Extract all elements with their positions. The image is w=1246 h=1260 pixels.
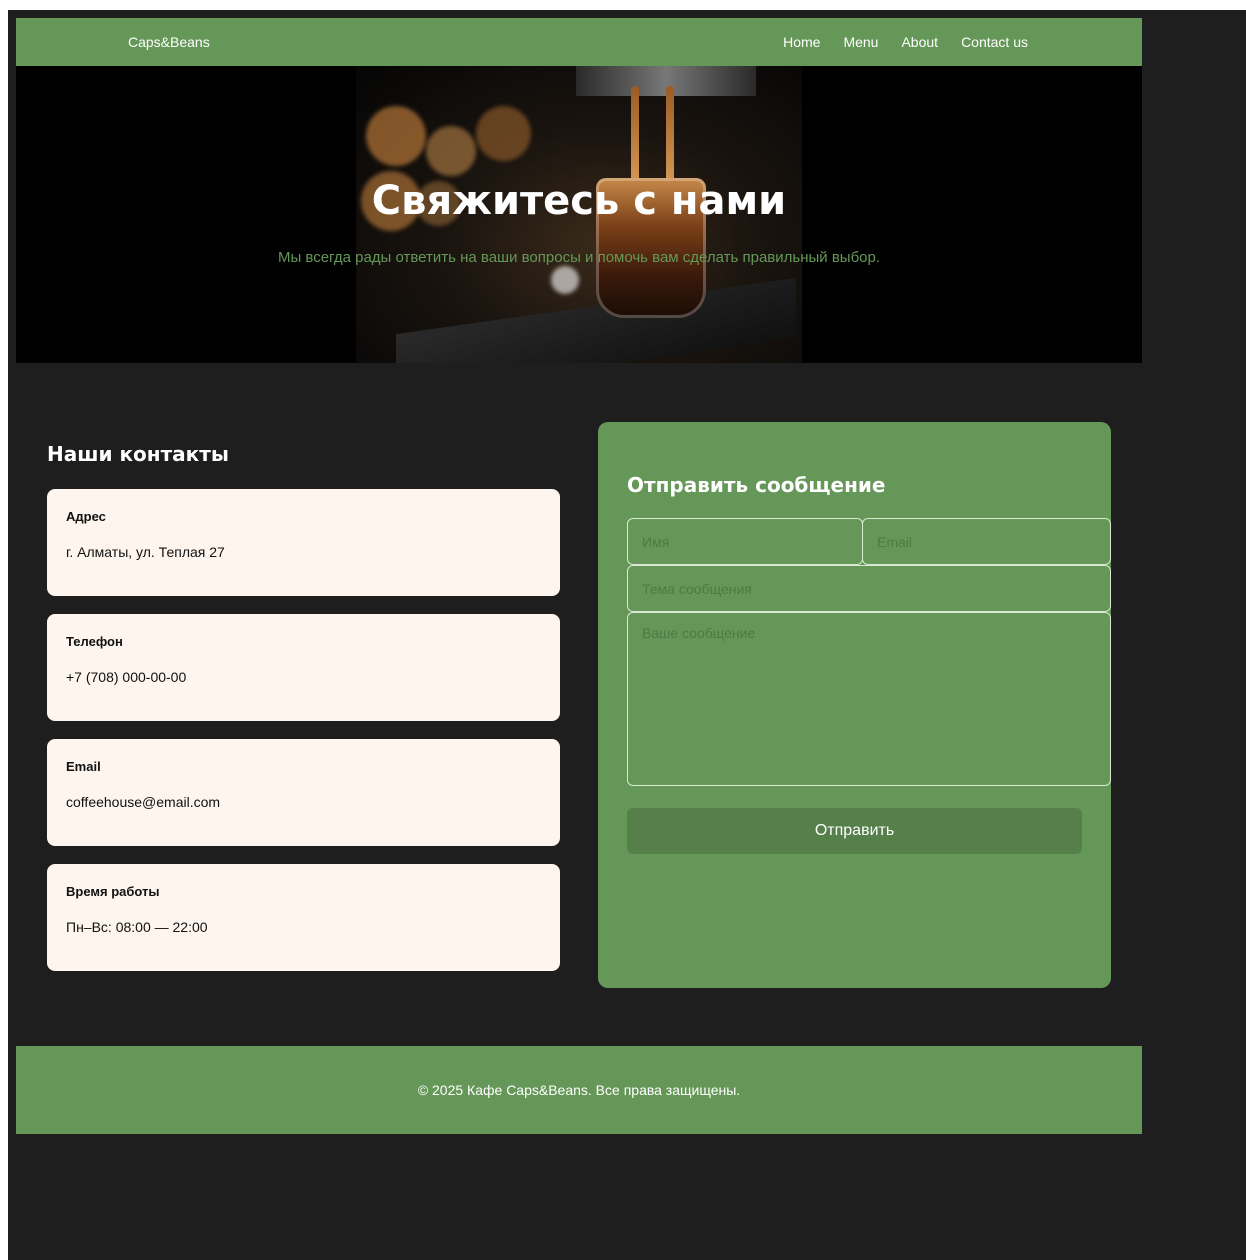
contact-card-phone: Телефон +7 (708) 000-00-00 <box>47 614 560 721</box>
nav-link-home[interactable]: Home <box>783 18 820 66</box>
hero-title: Свяжитесь с нами <box>371 178 787 224</box>
hero-subtitle: Мы всегда рады ответить на ваши вопросы … <box>277 249 881 266</box>
contacts-title: Наши контакты <box>47 442 229 466</box>
card-value: +7 (708) 000-00-00 <box>66 669 187 685</box>
contact-card-hours: Время работы Пн–Вс: 08:00 — 22:00 <box>47 864 560 971</box>
page-viewport: Caps&Beans Home Menu About Contact us Св… <box>8 10 1246 1260</box>
card-title: Время работы <box>66 884 160 899</box>
card-title: Телефон <box>66 634 123 649</box>
card-value: г. Алматы, ул. Теплая 27 <box>66 544 225 560</box>
contact-form: Отправить сообщение Отправить <box>598 422 1111 988</box>
contact-card-address: Адрес г. Алматы, ул. Теплая 27 <box>47 489 560 596</box>
nav-links: Home Menu About Contact us <box>783 18 1028 66</box>
submit-button[interactable]: Отправить <box>627 808 1082 854</box>
nav-link-about[interactable]: About <box>901 18 938 66</box>
navbar: Caps&Beans Home Menu About Contact us <box>16 18 1142 66</box>
brand-logo[interactable]: Caps&Beans <box>128 18 210 66</box>
footer: © 2025 Кафе Caps&Beans. Все права защище… <box>16 1046 1142 1134</box>
hero-section: Свяжитесь с нами Мы всегда рады ответить… <box>16 66 1142 363</box>
message-textarea[interactable] <box>627 612 1111 786</box>
card-value: coffeehouse@email.com <box>66 794 221 810</box>
card-value: Пн–Вс: 08:00 — 22:00 <box>66 919 208 935</box>
nav-link-contact[interactable]: Contact us <box>961 18 1028 66</box>
contact-card-email: Email coffeehouse@email.com <box>47 739 560 846</box>
name-input[interactable] <box>627 518 863 565</box>
card-title: Email <box>66 759 101 774</box>
form-title: Отправить сообщение <box>627 473 886 497</box>
subject-input[interactable] <box>627 565 1111 612</box>
nav-link-menu[interactable]: Menu <box>843 18 878 66</box>
footer-copyright: © 2025 Кафе Caps&Beans. Все права защище… <box>417 1082 741 1098</box>
email-input[interactable] <box>862 518 1111 565</box>
card-title: Адрес <box>66 509 106 524</box>
